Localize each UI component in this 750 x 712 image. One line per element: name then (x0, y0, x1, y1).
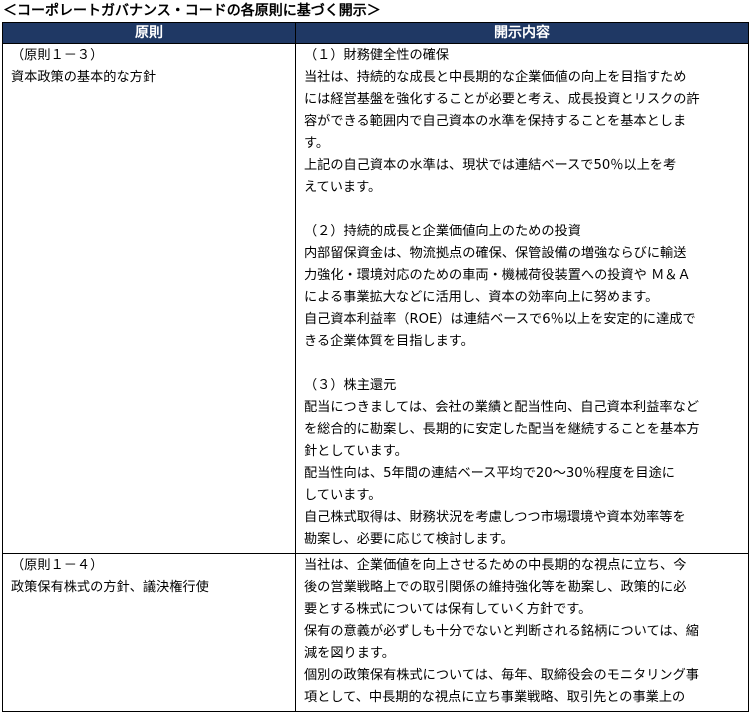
principle-cell: （原則１－３） 資本政策の基本的な方針 (2, 43, 296, 554)
text-line: 自己資本利益率（ROE）は連結ベースで6％以上を安定的に達成で (304, 312, 696, 327)
text-line: 配当につきましては、会社の業績と配当性向、自己資本利益率など (304, 400, 699, 415)
text-line: 自己株式取得は、財務状況を考慮しつつ市場環境や資本効率等を (304, 510, 686, 525)
table-header-row: 原則 開示内容 (2, 22, 749, 44)
section-title: （３）株主還元 (304, 378, 397, 393)
principle-title: 資本政策の基本的な方針 (11, 70, 157, 85)
text-line: 後の営業戦略上での取引関係の維持強化等を勘案し、政策的に必 (304, 580, 687, 595)
page-heading: ＜コーポレートガバナンス・コードの各原則に基づく開示＞ (3, 3, 381, 19)
text-line: 減を図ります。 (304, 646, 395, 661)
text-line: 力強化・環境対応のための車両・機械荷役装置への投資や Ｍ＆Ａ (304, 268, 691, 283)
table-row: （原則１－３） 資本政策の基本的な方針 （１）財務健全性の確保 当社は、持続的な… (2, 43, 749, 554)
text-line: 要とする株式については保有していく方針です。 (304, 602, 592, 617)
text-line: を総合的に勘案し、長期的に安定した配当を継続することを基本方 (304, 422, 700, 437)
text-line: 配当性向は、5年間の連結ベース平均で20～30％程度を目途に (304, 466, 675, 481)
text-line: 上記の自己資本の水準は、現状では連結ベースで50％以上を考 (304, 158, 677, 173)
principle-cell: （原則１－４） 政策保有株式の方針、議決権行使 (2, 553, 296, 712)
text-line: 当社は、企業価値を向上させるための中長期的な視点に立ち、今 (304, 558, 687, 573)
principle-number: （原則１－４） (11, 558, 104, 573)
text-line: 当社は、持続的な成長と中長期的な企業価値の向上を目指すため (304, 70, 687, 85)
text-line: 勘案し、必要に応じて検討します。 (304, 532, 514, 547)
header-disclosure: 開示内容 (295, 22, 749, 44)
principle-title: 政策保有株式の方針、議決権行使 (11, 580, 209, 595)
disclosure-table: 原則 開示内容 （原則１－３） 資本政策の基本的な方針 （１）財務健全性の確保 … (2, 22, 749, 712)
table-row: （原則１－４） 政策保有株式の方針、議決権行使 当社は、企業価値を向上させるため… (2, 553, 749, 712)
principle-number: （原則１－３） (11, 48, 104, 63)
text-line: 針としています。 (304, 444, 408, 459)
text-line: 容ができる範囲内で自己資本の水準を保持することを基本としま (304, 114, 687, 129)
text-line: による事業拡大などに活用し、資本の効率向上に努めます。 (304, 290, 659, 305)
text-line: 項として、中長期的な視点に立ち事業戦略、取引先との事業上の (304, 690, 686, 705)
text-line: えています。 (304, 180, 382, 195)
text-line: 内部留保資金は、物流拠点の確保、保管設備の増強ならびに輸送 (304, 246, 687, 261)
text-line: には経営基盤を強化することが必要と考え、成長投資とリスクの許 (304, 92, 700, 107)
header-principle: 原則 (2, 22, 296, 44)
disclosure-cell: （１）財務健全性の確保 当社は、持続的な成長と中長期的な企業価値の向上を目指すた… (295, 43, 749, 554)
text-line: きる企業体質を目指します。 (304, 334, 474, 349)
text-line: 個別の政策保有株式については、毎年、取締役会のモニタリング事 (304, 668, 699, 683)
disclosure-cell: 当社は、企業価値を向上させるための中長期的な視点に立ち、今 後の営業戦略上での取… (295, 553, 749, 712)
text-line: 保有の意義が必ずしも十分でないと判断される銘柄については、縮 (304, 624, 699, 639)
section-title: （１）財務健全性の確保 (304, 48, 450, 63)
section-title: （２）持続的成長と企業価値向上のための投資 (304, 224, 581, 239)
text-line: す。 (304, 136, 330, 151)
text-line: しています。 (304, 488, 382, 503)
